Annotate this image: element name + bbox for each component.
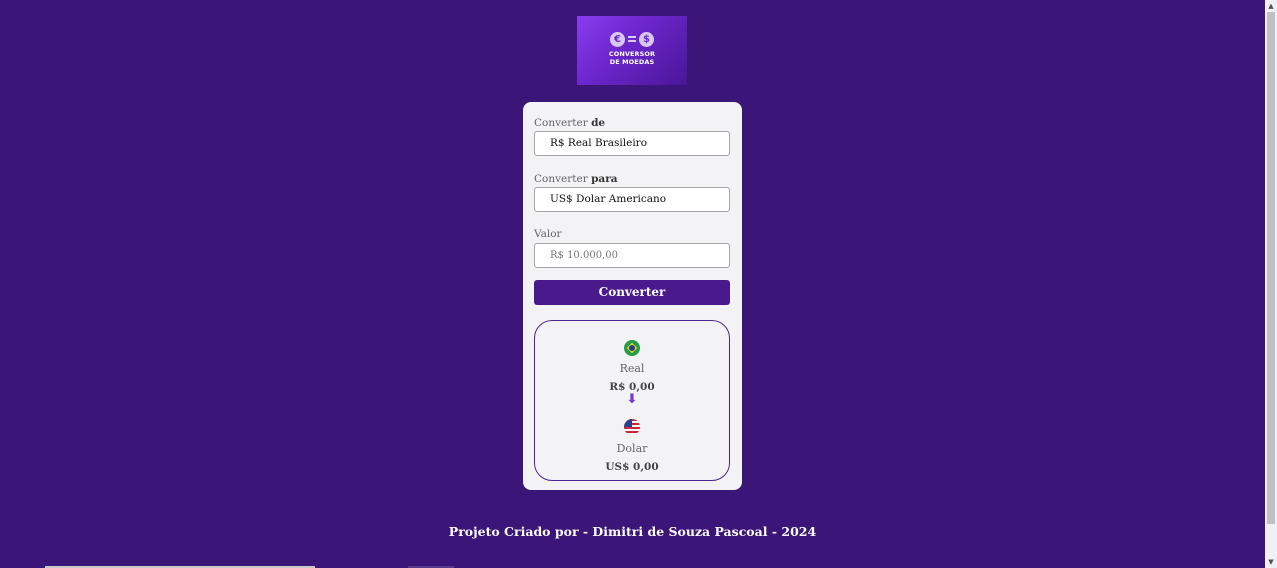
logo-line-1: CONVERSOR xyxy=(608,49,656,58)
swap-icon xyxy=(628,36,636,42)
to-currency-label: Converter para xyxy=(534,173,618,185)
amount-label: Valor xyxy=(534,228,562,240)
footer-credit: Projeto Criado por - Dimitri de Souza Pa… xyxy=(448,524,817,539)
from-label-bold: de xyxy=(591,117,606,129)
arrow-down-icon: ⬇ xyxy=(626,392,638,407)
page: € $ CONVERSOR DE MOEDAS Converter de R$ … xyxy=(0,0,1265,568)
scrollbar-thumb[interactable] xyxy=(1267,12,1275,524)
logo-text: CONVERSOR DE MOEDAS xyxy=(609,50,655,66)
euro-coin-icon: € xyxy=(610,31,625,47)
to-label-prefix: Converter xyxy=(534,173,588,185)
app-logo: € $ CONVERSOR DE MOEDAS xyxy=(577,16,687,85)
from-label-prefix: Converter xyxy=(534,117,588,129)
from-currency-select[interactable]: R$ Real Brasileiro xyxy=(534,131,730,156)
from-currency-name: Real xyxy=(619,362,645,375)
convert-button[interactable]: Converter xyxy=(534,280,730,305)
scroll-down-icon[interactable]: ▼ xyxy=(1265,556,1277,568)
logo-line-2: DE MOEDAS xyxy=(609,57,655,66)
vertical-scrollbar[interactable]: ▲ ▼ xyxy=(1265,0,1277,568)
logo-icons: € $ xyxy=(610,31,654,47)
to-currency-select[interactable]: US$ Dolar Americano xyxy=(534,187,730,212)
to-currency-value: US$ 0,00 xyxy=(605,461,659,473)
result-panel: Real R$ 0,00 ⬇ Dolar US$ 0,00 xyxy=(534,320,730,481)
dollar-coin-icon: $ xyxy=(639,31,654,47)
amount-input[interactable]: R$ 10.000,00 xyxy=(534,243,730,268)
to-label-bold: para xyxy=(591,173,618,185)
to-currency-name: Dolar xyxy=(616,442,648,455)
usa-flag-icon xyxy=(624,419,640,435)
brazil-flag-icon xyxy=(624,340,640,356)
converter-card: Converter de R$ Real Brasileiro Converte… xyxy=(523,102,742,490)
from-currency-label: Converter de xyxy=(534,117,605,129)
scroll-up-icon[interactable]: ▲ xyxy=(1265,0,1277,12)
